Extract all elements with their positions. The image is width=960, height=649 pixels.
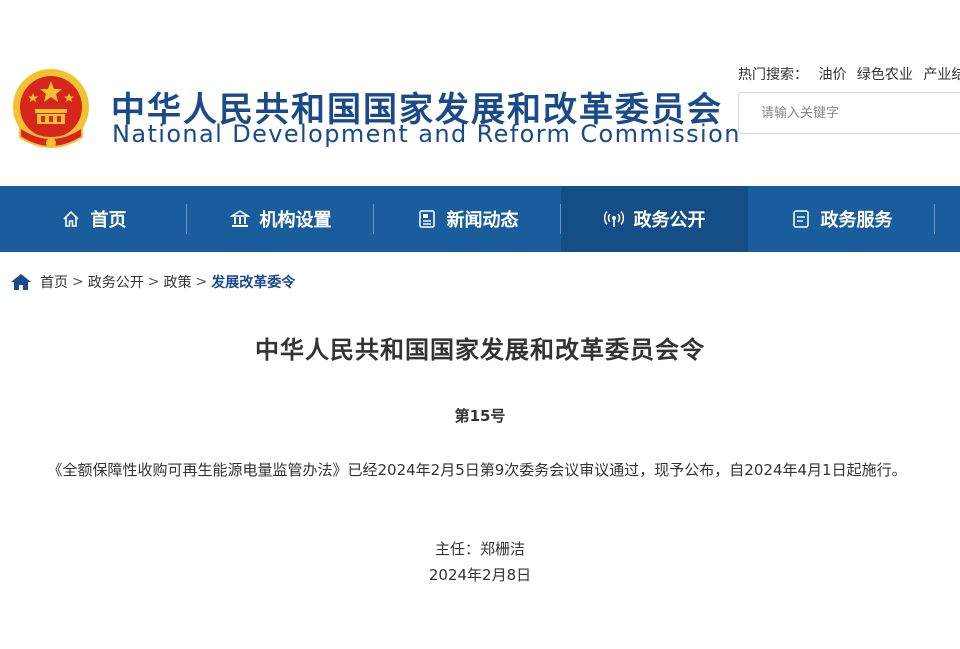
breadcrumb-gov-affairs[interactable]: 政务公开: [88, 272, 144, 292]
search-input[interactable]: [739, 93, 960, 133]
site-title-en[interactable]: National Development and Reform Commissi…: [112, 120, 741, 148]
breadcrumb-separator: >: [195, 274, 208, 290]
article-date: 2024年2月8日: [428, 566, 532, 584]
search-box: [738, 92, 960, 134]
hot-search-label: 热门搜索：: [738, 67, 808, 83]
main-nav: 首页 机构设置 新闻动态 政务公开 政务服务: [0, 186, 960, 252]
nav-item-label: 新闻动态: [446, 210, 519, 231]
nav-item-label: 首页: [90, 210, 127, 231]
nav-item-label: 政务公开: [633, 210, 706, 231]
nav-item-news[interactable]: 新闻动态: [374, 186, 561, 252]
article-signer: 主任：郑栅洁: [434, 540, 525, 558]
nav-item-gov-services[interactable]: 政务服务: [748, 186, 935, 252]
breadcrumb-home[interactable]: 首页: [40, 272, 68, 292]
nav-item-gov-affairs[interactable]: 政务公开: [561, 186, 748, 252]
breadcrumb: 首页 > 政务公开 > 政策 > 发展改革委令: [10, 272, 295, 292]
broadcast-icon: [603, 211, 624, 227]
home-icon[interactable]: [10, 272, 32, 292]
decree-number: 第15号: [454, 407, 506, 425]
article-title: 中华人民共和国国家发展和改革委员会令: [255, 336, 705, 364]
breadcrumb-policy[interactable]: 政策: [163, 272, 191, 292]
site-header: 中华人民共和国国家发展和改革委员会 National Development a…: [0, 0, 960, 186]
building-icon: [229, 210, 250, 227]
national-emblem-icon[interactable]: [8, 67, 94, 159]
article-body: 《全额保障性收购可再生能源电量监管办法》已经2024年2月5日第9次委务会议审议…: [47, 461, 907, 479]
breadcrumb-separator: >: [72, 274, 84, 290]
nav-item-label: 政务服务: [820, 210, 893, 231]
hot-search-link[interactable]: 油价: [818, 67, 846, 83]
hot-search-link[interactable]: 绿色农业: [857, 67, 913, 83]
nav-item-overflow[interactable]: [935, 186, 960, 252]
home-outline-icon: [62, 210, 79, 227]
nav-item-home[interactable]: 首页: [0, 186, 187, 252]
hot-search: 热门搜索： 油价 绿色农业 产业结: [738, 64, 960, 84]
nav-item-organization[interactable]: 机构设置: [187, 186, 374, 252]
breadcrumb-current[interactable]: 发展改革委令: [211, 272, 295, 292]
breadcrumb-separator: >: [147, 274, 160, 290]
document-icon: [792, 210, 809, 228]
nav-item-label: 机构设置: [259, 210, 332, 231]
hot-search-link[interactable]: 产业结: [923, 67, 960, 83]
newspaper-icon: [418, 210, 435, 228]
